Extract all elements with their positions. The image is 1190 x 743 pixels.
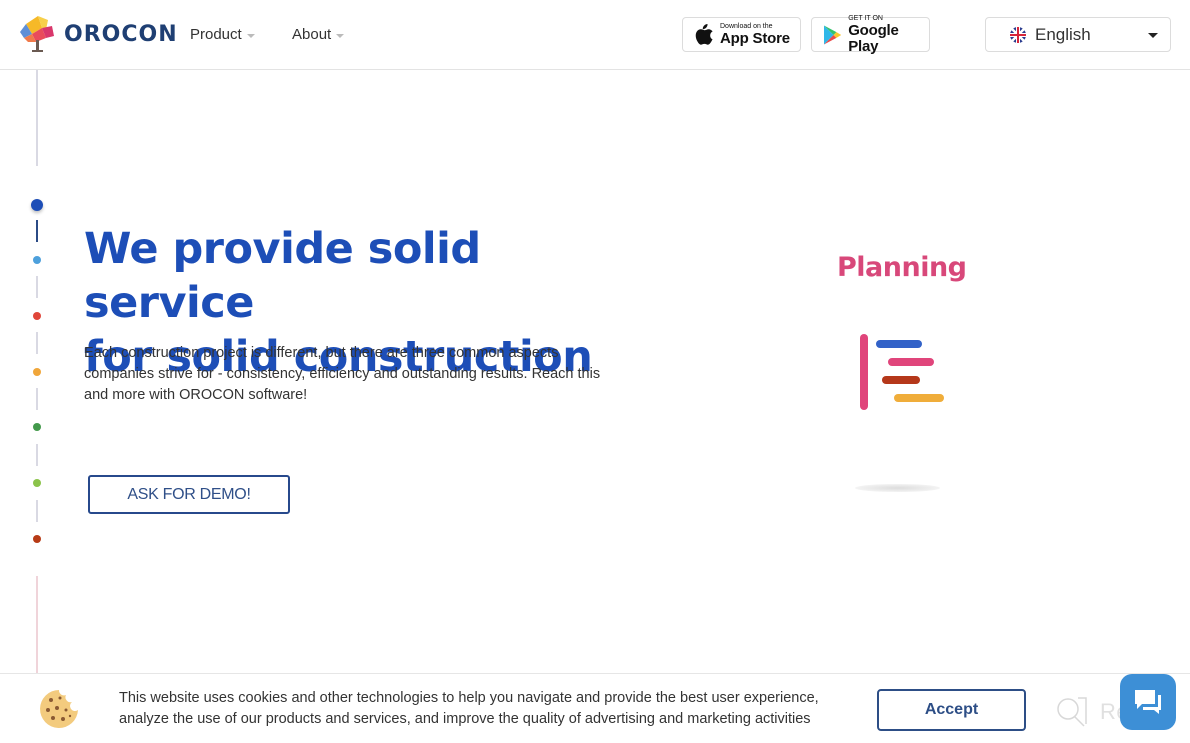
timeline-step-7[interactable] — [33, 535, 41, 543]
timeline-line — [36, 276, 38, 298]
planning-gantt-icon — [860, 334, 944, 410]
uk-flag-icon — [1010, 26, 1026, 43]
timeline-step-6[interactable] — [33, 479, 41, 487]
top-navigation-bar: OROCON Product About Download on the App… — [0, 0, 1190, 70]
timeline-step-3[interactable] — [33, 312, 41, 320]
logo-tree-icon — [20, 16, 54, 52]
timeline-line — [36, 500, 38, 522]
chat-bubble-icon — [1135, 690, 1161, 714]
hero-description: Each construction project is different, … — [84, 345, 601, 403]
timeline-line — [36, 70, 38, 166]
google-play-icon — [824, 24, 842, 45]
nav-product[interactable]: Product — [190, 26, 255, 43]
timeline-step-5[interactable] — [33, 423, 41, 431]
app-store-button[interactable]: Download on the App Store — [682, 17, 801, 52]
illustration-title: Planning — [837, 252, 967, 283]
illustration-shadow — [855, 484, 940, 492]
timeline-step-4[interactable] — [33, 368, 41, 376]
cookie-message-line-1: This website uses cookies and other tech… — [119, 690, 819, 706]
accept-cookies-button[interactable]: Accept — [877, 689, 1026, 731]
nav-product-label: Product — [190, 26, 242, 43]
app-store-label: App Store — [720, 29, 790, 47]
cookie-icon — [40, 690, 78, 728]
cookie-message: This website uses cookies and other tech… — [119, 688, 849, 730]
hero-title-line-1: We provide solid service — [84, 224, 481, 328]
apple-icon — [695, 24, 713, 45]
language-selector[interactable]: English — [985, 17, 1171, 52]
nav-about-label: About — [292, 26, 332, 43]
caret-down-icon — [1148, 33, 1158, 38]
page: OROCON Product About Download on the App… — [0, 0, 1190, 743]
timeline-step-1[interactable] — [31, 199, 43, 211]
revain-logo-icon — [1057, 697, 1087, 727]
cookie-message-line-2: analyze the use of our products and serv… — [119, 711, 811, 727]
google-play-button[interactable]: GET IT ON Google Play — [811, 15, 930, 55]
timeline-step-2[interactable] — [33, 256, 41, 264]
ask-for-demo-button[interactable]: ASK FOR DEMO! — [88, 475, 290, 514]
chevron-down-icon — [246, 33, 255, 38]
timeline-line — [36, 444, 38, 466]
language-label: English — [1035, 24, 1091, 44]
timeline-line — [36, 220, 38, 242]
chevron-down-icon — [336, 33, 345, 38]
chat-button[interactable] — [1120, 674, 1176, 730]
timeline-line — [36, 332, 38, 354]
timeline-line — [36, 388, 38, 410]
cookie-consent-bar: This website uses cookies and other tech… — [0, 673, 1190, 743]
logo-text: OROCON — [64, 21, 178, 47]
google-play-label: Google Play — [848, 21, 899, 55]
timeline-line — [36, 576, 38, 673]
nav-about[interactable]: About — [292, 26, 345, 43]
logo[interactable]: OROCON — [18, 14, 178, 54]
